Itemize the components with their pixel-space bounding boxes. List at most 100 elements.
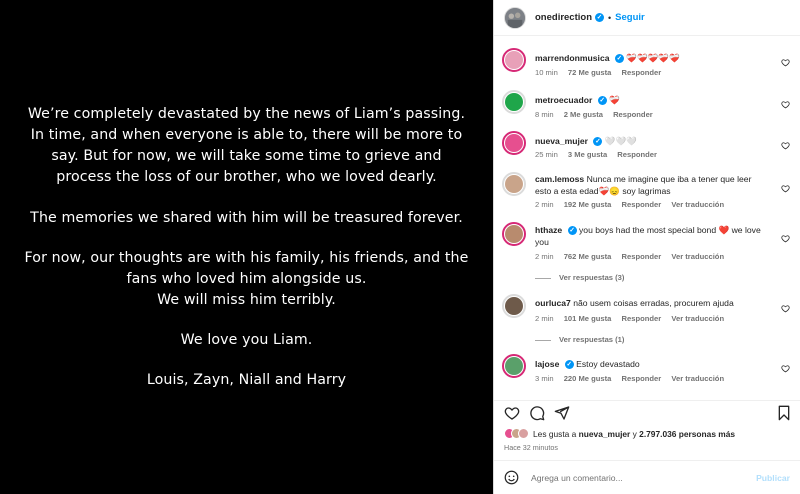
statement-line: say. But for now, we will take some time… [51,148,442,164]
likes-count[interactable]: 2.797.036 personas más [639,429,735,439]
view-replies-button[interactable]: Ver respuestas (1) [535,335,624,344]
view-replies-button[interactable]: Ver respuestas (3) [535,273,624,282]
comment-bubble-icon[interactable] [529,405,545,421]
comment-username[interactable]: hthaze [535,225,562,235]
post-image[interactable]: We’re completely devastated by the news … [0,0,493,494]
like-heart-icon[interactable] [504,405,520,421]
statement-line: For now, our thoughts are with his famil… [24,250,469,266]
comment-body: hthaze ✓ you boys had the most special b… [535,224,766,248]
translate-button[interactable]: Ver traducción [671,314,724,323]
reply-button[interactable]: Responder [622,68,662,77]
comment-avatar[interactable] [502,354,526,378]
post-actions [494,400,800,424]
like-comment-heart-icon[interactable] [781,234,790,243]
post-header: onedirection ✓ • Seguir [494,0,800,36]
author-avatar[interactable] [504,6,526,29]
instagram-post-view: We’re completely devastated by the news … [0,0,800,494]
comment-username[interactable]: cam.lemoss [535,174,584,184]
comment-time: 10 min [535,68,558,77]
translate-button[interactable]: Ver traducción [671,200,724,209]
statement-line: process the loss of our brother, who we … [56,169,437,185]
comment-username[interactable]: marrendonmusica [535,53,610,63]
reply-button[interactable]: Responder [622,314,662,323]
comment-body: metroecuador ✓ ❤️‍🩹 [535,94,766,106]
save-bookmark-icon[interactable] [776,405,792,421]
translate-button[interactable]: Ver traducción [671,374,724,383]
like-comment-heart-icon[interactable] [781,184,790,193]
comment-meta: 2 min 762 Me gusta Responder Ver traducc… [535,252,732,261]
comment-text: Estoy devastado [576,359,640,369]
like-comment-heart-icon[interactable] [781,100,790,109]
view-replies-label[interactable]: Ver respuestas (1) [559,335,624,344]
comment-likes[interactable]: 2 Me gusta [564,110,603,119]
comment-meta: 8 min 2 Me gusta Responder [535,110,661,119]
comment-avatar[interactable] [502,90,526,114]
comment-body: ourluca7 não usem coisas erradas, procur… [535,297,766,309]
statement-line: fans who loved him alongside us. [126,271,367,287]
share-paper-plane-icon[interactable] [554,405,570,421]
comment-time: 25 min [535,150,558,159]
comment-meta: 2 min 192 Me gusta Responder Ver traducc… [535,200,732,209]
comment-meta: 10 min 72 Me gusta Responder [535,68,669,77]
verified-badge-icon: ✓ [614,54,624,64]
reply-button[interactable]: Responder [617,150,657,159]
comment-avatar[interactable] [502,222,526,246]
comment-text: ❤️‍🩹❤️‍🩹❤️‍🩹❤️‍🩹❤️‍🩹 [626,53,680,63]
like-comment-heart-icon[interactable] [781,364,790,373]
comment-time: 3 min [535,374,554,383]
likes-middle: y [632,428,637,439]
comment-likes[interactable]: 192 Me gusta [564,200,612,209]
like-comment-heart-icon[interactable] [781,141,790,150]
comment-likes[interactable]: 101 Me gusta [564,314,612,323]
replies-divider [535,277,551,279]
verified-badge-icon: ✓ [593,137,603,147]
author-username[interactable]: onedirection [535,12,592,23]
like-comment-heart-icon[interactable] [781,58,790,67]
verified-badge-icon: ✓ [564,360,574,370]
verified-badge-icon: ✓ [567,226,577,236]
liker-avatar [518,428,529,439]
statement-line: We love you Liam. [180,332,313,348]
reply-button[interactable]: Responder [622,252,662,261]
statement-line: We will miss him terribly. [157,292,336,308]
comment-avatar[interactable] [502,48,526,72]
statement-line: In time, and when everyone is able to, t… [30,127,463,143]
comments-panel: onedirection ✓ • Seguir marrendonmusica … [493,0,800,494]
replies-divider [535,339,551,341]
comment-likes[interactable]: 762 Me gusta [564,252,612,261]
comment-body: lajose ✓ Estoy devastado [535,358,766,370]
comment-username[interactable]: nueva_mujer [535,136,588,146]
view-replies-label[interactable]: Ver respuestas (3) [559,273,624,282]
publish-button[interactable]: Publicar [756,473,790,483]
likes-prefix: Les gusta a [533,428,577,439]
follow-button[interactable]: Seguir [615,12,645,23]
comment-username[interactable]: lajose [535,359,559,369]
verified-badge-icon: ✓ [597,96,607,106]
comment-likes[interactable]: 220 Me gusta [564,374,612,383]
comment-body: nueva_mujer ✓ 🤍🤍🤍 [535,135,766,147]
comment-time: 8 min [535,110,554,119]
statement-signature: Louis, Zayn, Niall and Harry [146,372,347,388]
comment-time: 2 min [535,314,554,323]
comment-text: ❤️‍🩹 [609,95,620,105]
comment-avatar[interactable] [502,131,526,155]
reply-button[interactable]: Responder [613,110,653,119]
likes-user[interactable]: nueva_mujer [579,429,631,439]
emoji-smiley-icon[interactable] [504,470,519,485]
reply-button[interactable]: Responder [622,374,662,383]
comment-time: 2 min [535,200,554,209]
comment-likes[interactable]: 3 Me gusta [568,150,607,159]
comment-likes[interactable]: 72 Me gusta [568,68,611,77]
like-comment-heart-icon[interactable] [781,304,790,313]
comment-input[interactable]: Agrega un comentario... [531,473,756,483]
comment-avatar[interactable] [502,172,526,196]
comment-body: cam.lemoss Nunca me imagine que iba a te… [535,173,766,197]
comment-avatar[interactable] [502,294,526,318]
reply-button[interactable]: Responder [622,200,662,209]
comment-text: não usem coisas erradas, procurem ajuda [573,298,734,308]
comment-username[interactable]: ourluca7 [535,298,571,308]
comment-username[interactable]: metroecuador [535,95,592,105]
statement-text: We’re completely devastated by the news … [0,104,493,391]
translate-button[interactable]: Ver traducción [671,252,724,261]
likes-summary[interactable]: Les gusta a nueva_mujer y 2.797.036 pers… [504,428,735,439]
